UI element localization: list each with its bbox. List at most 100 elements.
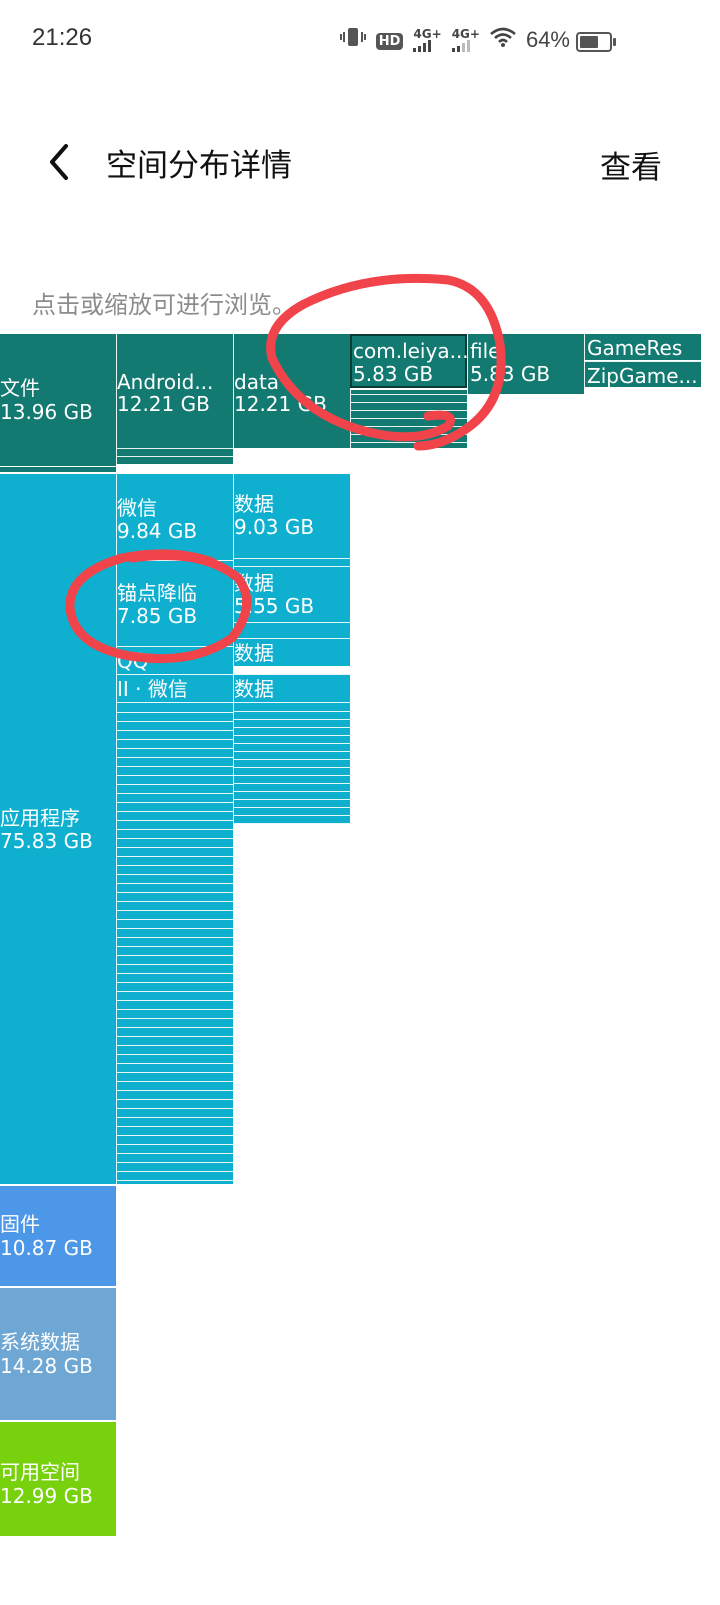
treemap-small-entry [117,1000,233,1001]
treemap-small-entry [234,815,350,816]
treemap-cell-wechat2-data[interactable]: 数据 [233,674,350,702]
treemap-small-entry [117,1054,233,1055]
battery-percent: 64% [525,26,570,52]
treemap-small-entry [117,883,233,884]
battery-icon [576,32,616,52]
status-icons: HD 4G+ 4G+ 64% [339,26,570,53]
treemap-small-entry [117,838,233,839]
treemap-cell-free-space[interactable]: 可用空间 12.99 GB [0,1422,116,1536]
treemap-small-entry [117,784,233,785]
treemap-small-entry [117,1144,233,1145]
treemap-cell-zipgame[interactable]: ZipGame... [584,361,701,387]
treemap-small-entry [117,775,233,776]
treemap-small-entry [234,743,350,744]
treemap-small-entry [117,1090,233,1091]
treemap-cell-wechat-misc[interactable] [233,558,350,566]
treemap-small-entry [234,727,350,728]
treemap-cell-files-misc[interactable] [0,466,116,472]
treemap-small-entry [117,1162,233,1163]
wifi-icon [490,27,516,52]
treemap-small-entry [234,759,350,760]
treemap-small-entry [117,892,233,893]
treemap-small-entry [117,910,233,911]
treemap-cell-anchor-misc[interactable] [233,622,350,638]
page-title: 空间分布详情 [106,148,292,184]
signal-icon: 4G+ [413,28,442,52]
treemap-small-entry [117,1180,233,1181]
treemap-cell-system-data[interactable]: 系统数据 14.28 GB [0,1288,116,1420]
treemap-cell-android[interactable]: Android... 12.21 GB [116,334,233,448]
treemap-small-entry [117,811,233,812]
status-bar: 21:26 HD 4G+ 4G+ 64% [0,0,720,80]
treemap-cell-app-data-others[interactable] [233,702,350,824]
treemap-small-entry [117,946,233,947]
hd-icon: HD [375,29,404,50]
treemap-small-entry [117,766,233,767]
treemap-cell-gameres[interactable]: GameRes [584,334,701,360]
treemap-small-entry [117,1072,233,1073]
treemap-small-entry [117,955,233,956]
vibrate-icon [339,26,366,53]
view-button[interactable]: 查看 [600,142,662,187]
status-time: 21:26 [32,24,93,51]
back-button[interactable] [40,140,80,184]
treemap-small-entry [117,874,233,875]
treemap-small-entry [117,757,233,758]
treemap-cell-anchor[interactable]: 锚点降临 7.85 GB [116,560,233,646]
treemap-small-entry [234,767,350,768]
treemap-small-entry [234,735,350,736]
treemap-small-entry [234,807,350,808]
treemap-cell-qq[interactable]: QQ [116,646,233,674]
treemap-small-entry [234,799,350,800]
treemap-cell-wechat2[interactable]: II · 微信 [116,674,233,702]
treemap-small-entry [234,783,350,784]
treemap-small-entry [117,1045,233,1046]
treemap-cell-apps[interactable]: 应用程序 75.83 GB [0,474,116,1184]
treemap-small-entry [117,820,233,821]
treemap-small-entry [234,775,350,776]
treemap-small-entry [117,730,233,731]
treemap-small-entry [117,739,233,740]
treemap-cell-firmware[interactable]: 固件 10.87 GB [0,1186,116,1286]
treemap-small-entry [117,793,233,794]
treemap-small-entry [117,802,233,803]
treemap-small-entry [117,712,233,713]
treemap-small-entry [117,1108,233,1109]
treemap-small-entry [117,1153,233,1154]
treemap-small-entry [117,865,233,866]
treemap-small-entry [117,1099,233,1100]
treemap-small-entry [234,791,350,792]
treemap-cell-data[interactable]: data 12.21 GB [233,334,350,448]
signal-icon: 4G+ [451,28,480,52]
treemap-small-entry [117,937,233,938]
treemap-small-entry [117,1135,233,1136]
treemap-cell-anchor-data[interactable]: 数据 5.55 GB [233,566,350,622]
treemap-cell-android-misc[interactable] [116,448,233,464]
treemap-small-entry [117,721,233,722]
treemap-small-entry [117,1063,233,1064]
treemap-cell-apps-others[interactable] [116,702,233,1184]
treemap-small-entry [117,1117,233,1118]
treemap-small-entry [117,1036,233,1037]
treemap-small-entry [234,719,350,720]
treemap-small-entry [117,973,233,974]
treemap-small-entry [117,928,233,929]
treemap-cell-wechat-data[interactable]: 数据 9.03 GB [233,474,350,558]
treemap-cell-qq-data[interactable]: 数据 [233,638,350,666]
treemap-small-entry [117,1009,233,1010]
storage-treemap[interactable]: 文件 13.96 GB Android... 12.21 GB data 12.… [0,334,720,1544]
treemap-small-entry [117,1018,233,1019]
treemap-small-entry [117,1027,233,1028]
treemap-cell-files[interactable]: 文件 13.96 GB [0,334,116,466]
treemap-small-entry [117,919,233,920]
treemap-small-entry [117,1126,233,1127]
treemap-cell-com-leiyan[interactable]: com.leiya... 5.83 GB [350,334,467,388]
chevron-left-icon [50,144,68,180]
treemap-cell-wechat[interactable]: 微信 9.84 GB [116,474,233,560]
treemap-cell-com-leiyan-children[interactable] [350,390,467,448]
hint-text: 点击或缩放可进行浏览。 [32,291,296,319]
treemap-small-entry [117,982,233,983]
treemap-small-entry [117,901,233,902]
treemap-small-entry [117,829,233,830]
treemap-cell-file[interactable]: file 5.83 GB [467,334,584,394]
